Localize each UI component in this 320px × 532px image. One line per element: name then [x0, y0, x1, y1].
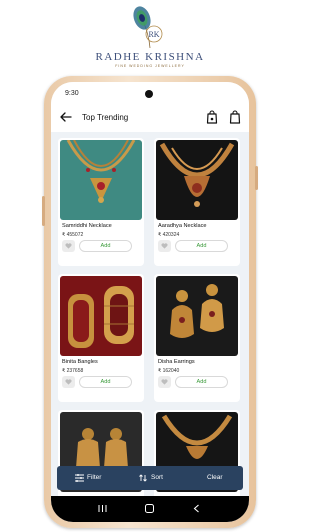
sort-button[interactable]: Sort — [139, 466, 173, 490]
filter-label: Filter — [87, 474, 102, 481]
product-name: Aaradhya Necklace — [158, 223, 207, 229]
heart-icon — [65, 243, 72, 249]
product-image[interactable] — [60, 276, 142, 356]
status-bar: 9:30 — [51, 82, 249, 104]
add-to-cart-button[interactable]: Add — [175, 376, 228, 388]
product-price: ₹ 162040 — [158, 368, 180, 374]
brand-header: RK RADHE KRISHNA Fine Wedding Jewellery — [0, 4, 300, 68]
product-card[interactable]: Disha Earrings ₹ 162040 Add — [154, 274, 240, 402]
front-camera — [145, 90, 153, 98]
wishlist-button[interactable] — [158, 240, 171, 252]
product-name: Samriddhi Necklace — [62, 223, 112, 229]
heart-icon — [161, 243, 168, 249]
brand-tagline: Fine Wedding Jewellery — [115, 64, 185, 68]
home-icon[interactable] — [144, 503, 155, 514]
product-card[interactable]: Samriddhi Necklace ₹ 455072 Add — [58, 138, 144, 266]
product-card[interactable]: Aaradhya Necklace ₹ 420324 Add — [154, 138, 240, 266]
wishlist-button[interactable] — [158, 376, 171, 388]
cart-bag-icon[interactable] — [229, 110, 241, 124]
peacock-feather-logo-icon: RK — [130, 4, 170, 50]
clear-button[interactable]: Clear — [207, 466, 233, 490]
app-bar: Top Trending — [51, 104, 249, 132]
product-image[interactable] — [60, 140, 142, 220]
add-to-cart-button[interactable]: Add — [79, 240, 132, 252]
back-arrow-icon[interactable] — [59, 110, 73, 124]
product-price: ₹ 420324 — [158, 232, 180, 238]
recent-apps-icon[interactable] — [97, 503, 108, 514]
product-card[interactable]: Binita Bangles ₹ 237658 Add — [58, 274, 144, 402]
add-to-cart-button[interactable]: Add — [175, 240, 228, 252]
back-nav-icon[interactable] — [191, 503, 202, 514]
product-price: ₹ 237658 — [62, 368, 84, 374]
heart-icon — [65, 379, 72, 385]
phone-frame: 9:30 Top Trending Samriddhi Necklace ₹ 4… — [42, 76, 258, 528]
svg-text:RK: RK — [148, 30, 159, 39]
status-time: 9:30 — [65, 90, 79, 97]
phone-screen: 9:30 Top Trending Samriddhi Necklace ₹ 4… — [51, 82, 249, 522]
product-price: ₹ 455072 — [62, 232, 84, 238]
sort-icon — [139, 474, 147, 482]
product-image[interactable] — [156, 276, 238, 356]
wishlist-button[interactable] — [62, 240, 75, 252]
sort-label: Sort — [151, 474, 163, 481]
clear-label: Clear — [207, 474, 223, 481]
filter-button[interactable]: Filter — [75, 466, 115, 490]
heart-icon — [161, 379, 168, 385]
volume-button — [42, 196, 45, 226]
product-image[interactable] — [156, 140, 238, 220]
page-title: Top Trending — [82, 113, 129, 122]
shopping-bag-icon[interactable] — [206, 110, 218, 124]
product-name: Disha Earrings — [158, 359, 195, 365]
product-name: Binita Bangles — [62, 359, 98, 365]
filter-sort-bar: Filter Sort Clear — [57, 466, 243, 490]
power-button — [255, 166, 258, 190]
system-navigation-bar — [51, 496, 249, 522]
wishlist-button[interactable] — [62, 376, 75, 388]
add-to-cart-button[interactable]: Add — [79, 376, 132, 388]
filter-icon — [75, 474, 84, 482]
page: RK RADHE KRISHNA Fine Wedding Jewellery … — [0, 0, 300, 532]
brand-name: RADHE KRISHNA — [95, 51, 205, 63]
